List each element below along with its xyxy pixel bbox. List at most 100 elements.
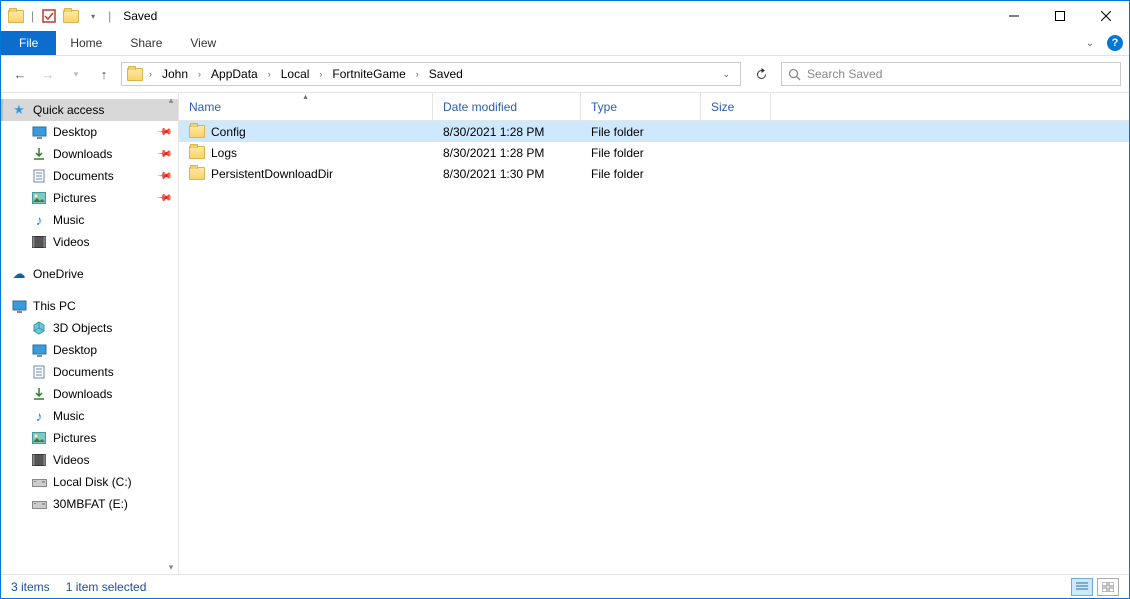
file-name: PersistentDownloadDir: [211, 167, 333, 181]
back-button[interactable]: ←: [9, 63, 31, 85]
forward-button[interactable]: →: [37, 63, 59, 85]
folder-icon: [7, 7, 25, 25]
address-bar[interactable]: › John › AppData › Local › FortniteGame …: [121, 62, 741, 86]
window-title: Saved: [123, 9, 157, 23]
tab-share[interactable]: Share: [116, 31, 176, 55]
breadcrumb-seg[interactable]: Local: [276, 63, 315, 85]
view-large-icons-button[interactable]: [1097, 578, 1119, 596]
chevron-right-icon[interactable]: ›: [316, 69, 325, 79]
column-name[interactable]: ▴ Name: [179, 93, 433, 120]
tab-home[interactable]: Home: [56, 31, 116, 55]
titlebar-sep: |: [31, 9, 34, 23]
sidebar-item-label: Downloads: [53, 147, 112, 161]
sidebar-item[interactable]: Local Disk (C:): [1, 471, 178, 493]
breadcrumb-seg[interactable]: John: [157, 63, 193, 85]
address-folder-icon: [126, 65, 144, 83]
qat-properties-icon[interactable]: [40, 7, 58, 25]
breadcrumb-seg[interactable]: Saved: [424, 63, 468, 85]
breadcrumb-seg[interactable]: AppData: [206, 63, 263, 85]
sidebar-item-label: Videos: [53, 235, 89, 249]
recent-dropdown[interactable]: ▾: [65, 63, 87, 85]
column-type[interactable]: Type: [581, 93, 701, 120]
view-details-button[interactable]: [1071, 578, 1093, 596]
pc-icon: [11, 298, 27, 314]
tab-file[interactable]: File: [1, 31, 56, 55]
sidebar-item-label: Local Disk (C:): [53, 475, 132, 489]
up-button[interactable]: ↑: [93, 63, 115, 85]
sidebar-item[interactable]: Documents: [1, 361, 178, 383]
3d-icon: [31, 320, 47, 336]
qat-dropdown-icon[interactable]: ▾: [84, 7, 102, 25]
sidebar-item-label: OneDrive: [33, 267, 84, 281]
folder-icon: [189, 167, 205, 180]
tab-view[interactable]: View: [176, 31, 230, 55]
file-row[interactable]: Logs8/30/2021 1:28 PMFile folder: [179, 142, 1129, 163]
sidebar-item[interactable]: Desktop📌: [1, 121, 178, 143]
folder-icon: [189, 125, 205, 138]
help-button[interactable]: ?: [1101, 31, 1129, 55]
file-name: Logs: [211, 146, 237, 160]
pictures-icon: [31, 430, 47, 446]
sidebar-item-label: Music: [53, 213, 84, 227]
sidebar-item[interactable]: Pictures📌: [1, 187, 178, 209]
titlebar-sep2: |: [108, 9, 111, 23]
column-size[interactable]: Size: [701, 93, 771, 120]
sidebar-item[interactable]: Desktop: [1, 339, 178, 361]
chevron-right-icon[interactable]: ›: [413, 69, 422, 79]
tree-scroll-down-icon[interactable]: ▾: [164, 560, 178, 574]
status-bar: 3 items 1 item selected: [1, 574, 1129, 598]
chevron-right-icon[interactable]: ›: [195, 69, 204, 79]
sidebar-quick-access[interactable]: ★ Quick access: [1, 99, 178, 121]
file-date: 8/30/2021 1:28 PM: [433, 146, 581, 160]
chevron-right-icon[interactable]: ›: [146, 69, 155, 79]
sidebar-item[interactable]: Downloads: [1, 383, 178, 405]
sidebar-item[interactable]: ♪Music: [1, 209, 178, 231]
sidebar-item[interactable]: Downloads📌: [1, 143, 178, 165]
file-date: 8/30/2021 1:28 PM: [433, 125, 581, 139]
search-box[interactable]: [781, 62, 1121, 86]
chevron-right-icon[interactable]: ›: [265, 69, 274, 79]
sidebar-item-label: 30MBFAT (E:): [53, 497, 128, 511]
tree-scroll-up-icon[interactable]: ▴: [164, 93, 178, 107]
pin-icon: 📌: [155, 168, 172, 185]
sidebar-item-label: Documents: [53, 169, 114, 183]
disk-icon: [31, 496, 47, 512]
sidebar-item-label: Videos: [53, 453, 89, 467]
sidebar-item[interactable]: Videos: [1, 231, 178, 253]
documents-icon: [31, 364, 47, 380]
sidebar-item[interactable]: 3D Objects: [1, 317, 178, 339]
videos-icon: [31, 452, 47, 468]
column-label: Name: [189, 100, 221, 114]
ribbon: File Home Share View ⌄ ?: [1, 31, 1129, 56]
sidebar-this-pc[interactable]: This PC: [1, 295, 178, 317]
nav-tree: ▴ ★ Quick access Desktop📌Downloads📌Docum…: [1, 93, 179, 574]
close-button[interactable]: [1083, 1, 1129, 31]
breadcrumb-seg[interactable]: FortniteGame: [327, 63, 410, 85]
pin-icon: 📌: [155, 190, 172, 207]
file-type: File folder: [581, 167, 701, 181]
minimize-button[interactable]: [991, 1, 1037, 31]
pin-icon: 📌: [155, 124, 172, 141]
sidebar-item-label: Desktop: [53, 343, 97, 357]
sidebar-item[interactable]: Documents 📌: [1, 165, 178, 187]
ribbon-expand-icon[interactable]: ⌄: [1079, 31, 1101, 55]
address-history-dropdown[interactable]: ⌄: [716, 69, 736, 80]
file-row[interactable]: PersistentDownloadDir 8/30/2021 1:30 PMFi…: [179, 163, 1129, 184]
sidebar-item[interactable]: Pictures: [1, 427, 178, 449]
desktop-icon: [31, 342, 47, 358]
navbar: ← → ▾ ↑ › John › AppData › Local › Fortn…: [1, 56, 1129, 92]
sidebar-item[interactable]: ♪Music: [1, 405, 178, 427]
qat-folder-icon[interactable]: [62, 7, 80, 25]
sidebar-item[interactable]: Videos: [1, 449, 178, 471]
file-date: 8/30/2021 1:30 PM: [433, 167, 581, 181]
maximize-button[interactable]: [1037, 1, 1083, 31]
column-date[interactable]: Date modified: [433, 93, 581, 120]
folder-icon: [189, 146, 205, 159]
refresh-button[interactable]: [747, 62, 775, 86]
sidebar-onedrive[interactable]: ☁ OneDrive: [1, 263, 178, 285]
search-input[interactable]: [807, 67, 1114, 81]
file-row[interactable]: Config8/30/2021 1:28 PMFile folder: [179, 121, 1129, 142]
file-name: Config: [211, 125, 246, 139]
sidebar-item[interactable]: 30MBFAT (E:): [1, 493, 178, 515]
music-icon: ♪: [31, 408, 47, 424]
